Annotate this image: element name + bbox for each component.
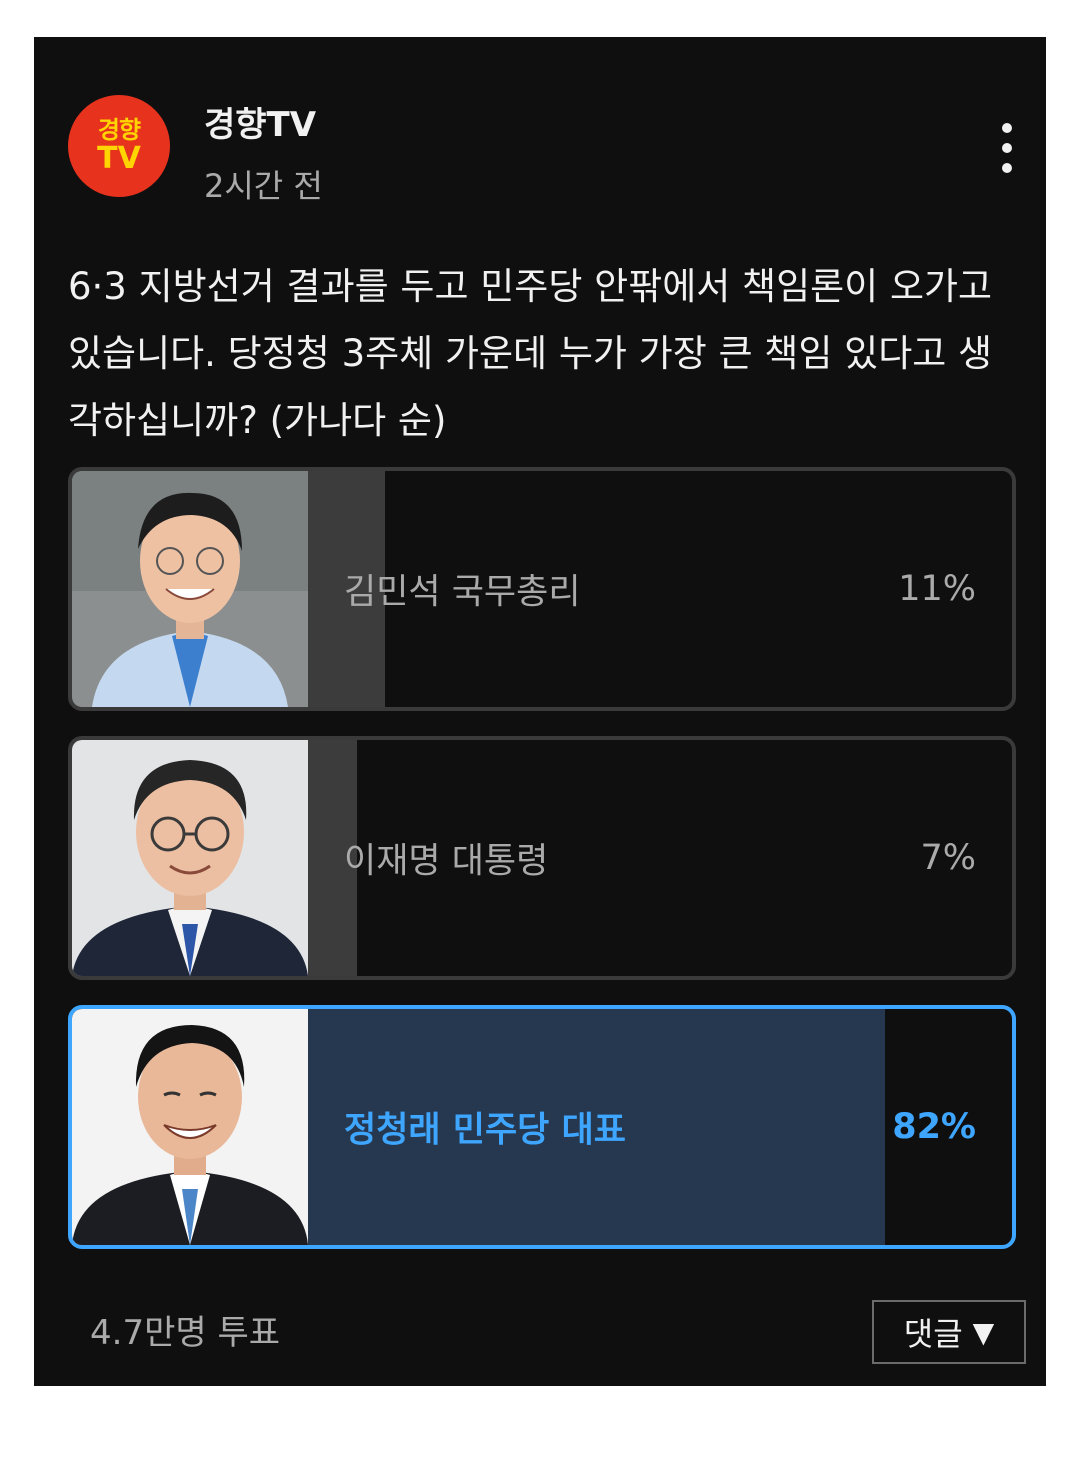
- channel-avatar[interactable]: 경향 TV: [68, 95, 170, 197]
- poll-option-label: 이재명 대통령: [344, 841, 549, 882]
- poll-option-label: 김민석 국무총리: [344, 572, 581, 613]
- community-post-card: 경향 TV 경향TV 2시간 전 6·3 지방선거 결과를 두고 민주당 안팎에…: [34, 37, 1046, 1386]
- comments-label: 댓글: [903, 1315, 963, 1353]
- triangle-down-icon: ▼: [972, 1315, 995, 1349]
- candidate-photo: [72, 1009, 308, 1245]
- poll-option-percent: 7%: [920, 838, 976, 878]
- poll-option-percent: 11%: [898, 569, 976, 609]
- channel-name[interactable]: 경향TV: [204, 97, 316, 146]
- vote-count: 4.7만명 투표: [90, 1313, 280, 1353]
- channel-logo-line1: 경향: [97, 116, 141, 144]
- poll-option[interactable]: 김민석 국무총리 11%: [68, 467, 1016, 711]
- kebab-dot: [1002, 143, 1012, 153]
- poll-option[interactable]: 이재명 대통령 7%: [68, 736, 1016, 980]
- kebab-dot: [1002, 163, 1012, 173]
- comments-button[interactable]: 댓글 ▼: [872, 1300, 1026, 1364]
- post-timestamp: 2시간 전: [204, 167, 323, 205]
- candidate-photo: [72, 471, 308, 707]
- kebab-dot: [1002, 123, 1012, 133]
- poll-option-percent: 82%: [892, 1107, 976, 1147]
- more-vert-icon[interactable]: [990, 123, 1024, 173]
- channel-logo-line2: TV: [97, 141, 141, 176]
- poll-question: 6·3 지방선거 결과를 두고 민주당 안팎에서 책임론이 오가고 있습니다. …: [68, 265, 993, 442]
- poll-option-selected[interactable]: 정청래 민주당 대표 82%: [68, 1005, 1016, 1249]
- poll-option-label: 정청래 민주당 대표: [344, 1110, 626, 1151]
- candidate-photo: [72, 740, 308, 976]
